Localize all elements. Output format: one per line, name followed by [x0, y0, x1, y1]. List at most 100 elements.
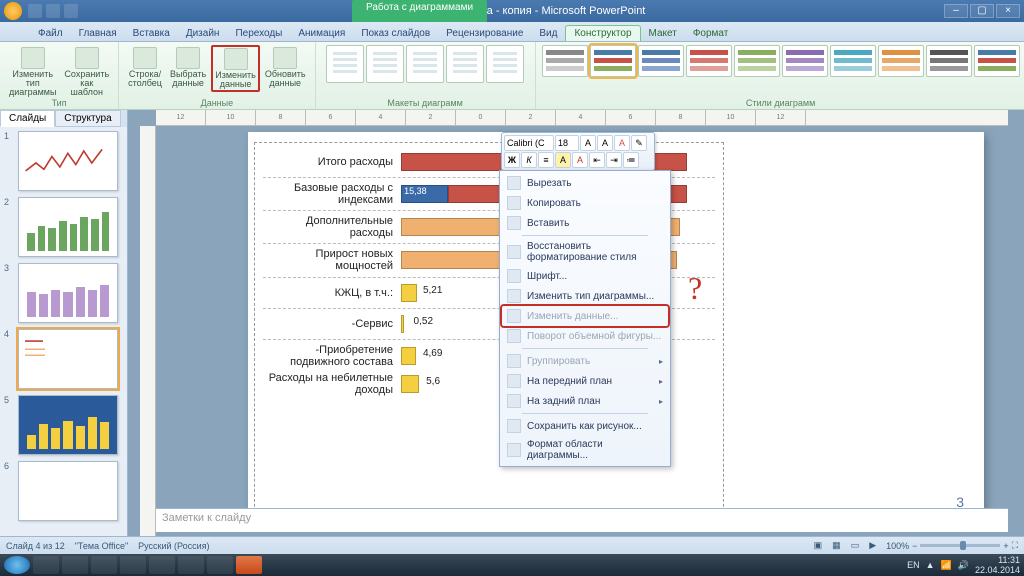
notes-pane[interactable]: Заметки к слайду — [156, 508, 1008, 532]
chart-type-icon — [507, 289, 521, 303]
layout-thumb[interactable] — [406, 45, 444, 83]
style-thumb[interactable] — [734, 45, 780, 77]
slide-thumb[interactable]: 4▬▬▬▬▬▬▬▬▬▬▬ — [4, 329, 123, 389]
ctx-format-chart-area[interactable]: Формат области диаграммы... — [502, 436, 668, 464]
minimize-button[interactable]: – — [944, 4, 968, 18]
style-thumb[interactable] — [830, 45, 876, 77]
taskbar-folder-icon[interactable] — [149, 556, 175, 574]
maximize-button[interactable]: ▢ — [970, 4, 994, 18]
taskbar-explorer-icon[interactable] — [62, 556, 88, 574]
office-button[interactable] — [4, 2, 22, 20]
slide-thumb[interactable]: 2 — [4, 197, 123, 257]
tab-chart-design[interactable]: Конструктор — [565, 25, 640, 41]
ctx-font[interactable]: Шрифт... — [502, 266, 668, 286]
ctx-edit-data[interactable]: Изменить данные... — [502, 306, 668, 326]
close-button[interactable]: × — [996, 4, 1020, 18]
select-data-button[interactable]: Выбрать данные — [167, 45, 209, 90]
align-icon[interactable]: ≡ — [538, 152, 554, 168]
tab-home[interactable]: Главная — [71, 26, 125, 41]
highlight-icon[interactable]: A — [555, 152, 571, 168]
ctx-copy[interactable]: Копировать — [502, 193, 668, 213]
refresh-data-button[interactable]: Обновить данные — [262, 45, 309, 90]
ctx-cut[interactable]: Вырезать — [502, 173, 668, 193]
view-sorter-icon[interactable]: ▦ — [832, 540, 841, 551]
tray-volume-icon[interactable]: 🔊 — [958, 560, 969, 571]
taskbar-media-icon[interactable] — [91, 556, 117, 574]
tab-animation[interactable]: Анимация — [290, 26, 353, 41]
layout-thumb[interactable] — [486, 45, 524, 83]
ctx-save-picture[interactable]: Сохранить как рисунок... — [502, 416, 668, 436]
italic-icon[interactable]: К — [521, 152, 537, 168]
outline-tab[interactable]: Структура — [55, 110, 120, 127]
view-slideshow-icon[interactable]: ▶ — [869, 540, 876, 551]
tab-slideshow[interactable]: Показ слайдов — [353, 26, 438, 41]
grow-font-icon[interactable]: A — [580, 135, 596, 151]
bold-icon[interactable]: Ж — [504, 152, 520, 168]
style-thumb[interactable] — [926, 45, 972, 77]
start-button[interactable] — [4, 556, 30, 574]
taskbar-excel-icon[interactable] — [178, 556, 204, 574]
style-thumb[interactable] — [782, 45, 828, 77]
taskbar-powerpoint-icon[interactable] — [236, 556, 262, 574]
change-chart-type-button[interactable]: Изменить тип диаграммы — [6, 45, 59, 99]
slide-thumb[interactable]: 5 — [4, 395, 123, 455]
tab-chart-format[interactable]: Формат — [685, 26, 737, 41]
view-normal-icon[interactable]: ▣ — [814, 540, 823, 551]
tab-view[interactable]: Вид — [531, 26, 565, 41]
style-thumb[interactable] — [686, 45, 732, 77]
taskbar-ie-icon[interactable] — [33, 556, 59, 574]
layout-thumb[interactable] — [326, 45, 364, 83]
slides-tab[interactable]: Слайды — [0, 110, 55, 127]
indent-dec-icon[interactable]: ⇤ — [589, 152, 605, 168]
indent-inc-icon[interactable]: ⇥ — [606, 152, 622, 168]
font-color-icon[interactable]: A — [572, 152, 588, 168]
tab-insert[interactable]: Вставка — [125, 26, 178, 41]
style-thumb[interactable] — [590, 45, 636, 77]
tab-chart-layout[interactable]: Макет — [641, 26, 685, 41]
style-thumb[interactable] — [878, 45, 924, 77]
save-template-button[interactable]: Сохранить как шаблон — [61, 45, 112, 99]
slide-thumb[interactable]: 3 — [4, 263, 123, 323]
zoom-in-icon[interactable]: + — [1003, 541, 1008, 551]
ctx-reset-style[interactable]: Восстановить форматирование стиля — [502, 238, 668, 266]
ctx-paste[interactable]: Вставить — [502, 213, 668, 233]
system-tray[interactable]: EN ▲ 📶 🔊 11:3122.04.2014 — [907, 555, 1020, 575]
style-thumb[interactable] — [974, 45, 1020, 77]
fit-window-icon[interactable]: ⛶ — [1012, 540, 1018, 551]
style-thumb[interactable] — [638, 45, 684, 77]
edit-data-button[interactable]: Изменить данные — [211, 45, 260, 92]
bullets-icon[interactable]: ≔ — [623, 152, 639, 168]
font-size-combo[interactable]: 18 — [555, 135, 579, 151]
tab-file[interactable]: Файл — [30, 26, 71, 41]
status-language[interactable]: Русский (Россия) — [138, 541, 209, 551]
switch-row-col-button[interactable]: Строка/столбец — [125, 45, 165, 90]
zoom-out-icon[interactable]: − — [912, 541, 917, 551]
layout-thumb[interactable] — [446, 45, 484, 83]
shrink-font-icon[interactable]: A — [597, 135, 613, 151]
layout-thumb[interactable] — [366, 45, 404, 83]
quick-access-toolbar — [28, 4, 78, 18]
slide-thumb[interactable]: 6 — [4, 461, 123, 521]
tab-review[interactable]: Рецензирование — [438, 26, 531, 41]
ctx-change-chart-type[interactable]: Изменить тип диаграммы... — [502, 286, 668, 306]
taskbar-chrome-icon[interactable] — [120, 556, 146, 574]
tab-transitions[interactable]: Переходы — [227, 26, 290, 41]
view-reading-icon[interactable]: ▭ — [851, 540, 860, 551]
taskbar-word-icon[interactable] — [207, 556, 233, 574]
styles-icon[interactable]: A — [614, 135, 630, 151]
format-painter-icon[interactable]: ✎ — [631, 135, 647, 151]
zoom-slider[interactable] — [920, 544, 1000, 547]
tray-flag-icon[interactable]: ▲ — [926, 560, 935, 570]
tray-keyboard-layout[interactable]: EN — [907, 560, 920, 570]
slide-thumb[interactable]: 1 — [4, 131, 123, 191]
zoom-control[interactable]: 100% − + ⛶ — [886, 540, 1018, 551]
font-combo[interactable]: Calibri (С — [504, 135, 554, 151]
tray-network-icon[interactable]: 📶 — [941, 560, 952, 571]
style-thumb[interactable] — [542, 45, 588, 77]
qat-redo-icon[interactable] — [64, 4, 78, 18]
switch-icon — [133, 47, 157, 69]
ctx-bring-front[interactable]: На передний план▸ — [502, 371, 668, 391]
qat-save-icon[interactable] — [28, 4, 42, 18]
tab-design[interactable]: Дизайн — [178, 26, 228, 41]
qat-undo-icon[interactable] — [46, 4, 60, 18]
